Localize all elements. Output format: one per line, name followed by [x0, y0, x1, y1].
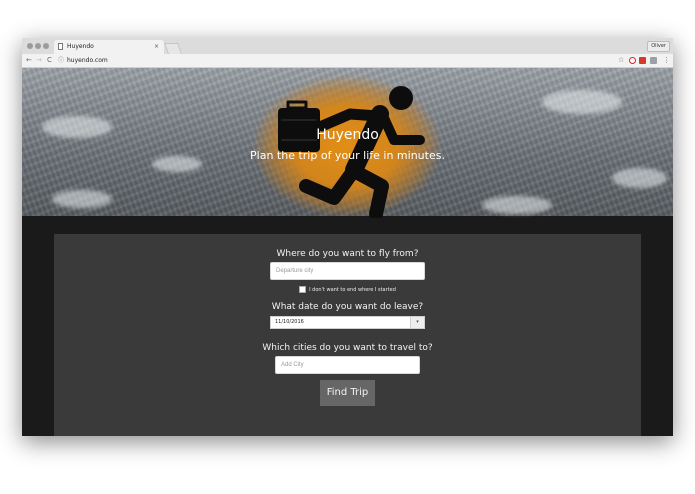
reload-icon[interactable]: C [47, 56, 52, 65]
hero-banner: Huyendo Plan the trip of your life in mi… [22, 68, 673, 218]
departure-city-input[interactable]: Departure city [270, 262, 425, 280]
tab-title: Huyendo [67, 43, 94, 50]
info-icon[interactable]: ⓘ [58, 56, 64, 65]
return-checkbox[interactable] [299, 286, 307, 293]
close-window-button[interactable] [27, 43, 33, 49]
from-question: Where do you want to fly from? [276, 249, 419, 259]
bookmark-star-icon[interactable]: ☆ [618, 56, 624, 65]
minimize-window-button[interactable] [35, 43, 41, 49]
browser-tab[interactable]: Huyendo × [54, 40, 164, 54]
opera-extension-icon[interactable] [629, 57, 636, 64]
red-extension-icon[interactable] [639, 57, 646, 64]
profile-button[interactable]: Oliver [647, 41, 670, 52]
grey-extension-icon[interactable] [650, 57, 657, 64]
forward-icon[interactable]: → [36, 56, 42, 65]
tab-strip: Huyendo × Oliver [22, 38, 673, 54]
url-text: huyendo.com [67, 57, 108, 64]
hero-subtitle: Plan the trip of your life in minutes. [250, 149, 445, 162]
trip-form: Where do you want to fly from? Departure… [54, 234, 641, 436]
hero-title: Huyendo [316, 127, 379, 143]
date-picker-dropdown-icon[interactable]: ▾ [410, 317, 424, 328]
running-man-logo-icon [278, 86, 425, 218]
menu-icon[interactable]: ⋮ [663, 56, 670, 65]
close-tab-icon[interactable]: × [154, 42, 159, 51]
cloud-shape [52, 190, 112, 208]
find-trip-button[interactable]: Find Trip [320, 380, 375, 406]
page-icon [58, 43, 63, 50]
back-icon[interactable]: ← [26, 56, 32, 65]
departure-date-input[interactable]: 11/10/2016 ▾ [270, 316, 425, 329]
address-bar: ← → C ⓘ huyendo.com ☆ ⋮ [22, 54, 673, 68]
date-value: 11/10/2016 [275, 319, 304, 325]
cloud-shape [482, 196, 552, 214]
new-tab-button[interactable] [163, 43, 183, 54]
cloud-shape [542, 90, 622, 114]
date-question: What date do you want do leave? [271, 302, 424, 312]
browser-window: Huyendo × Oliver ← → C ⓘ huyendo.com ☆ ⋮ [22, 38, 673, 436]
maximize-window-button[interactable] [43, 43, 49, 49]
cities-question: Which cities do you want to travel to? [262, 343, 433, 353]
add-city-input[interactable]: Add City [275, 356, 420, 374]
checkbox-label: I don't want to end where I started [309, 287, 396, 293]
round-trip-checkbox-row: I don't want to end where I started [54, 286, 641, 294]
cloud-shape [612, 168, 667, 188]
